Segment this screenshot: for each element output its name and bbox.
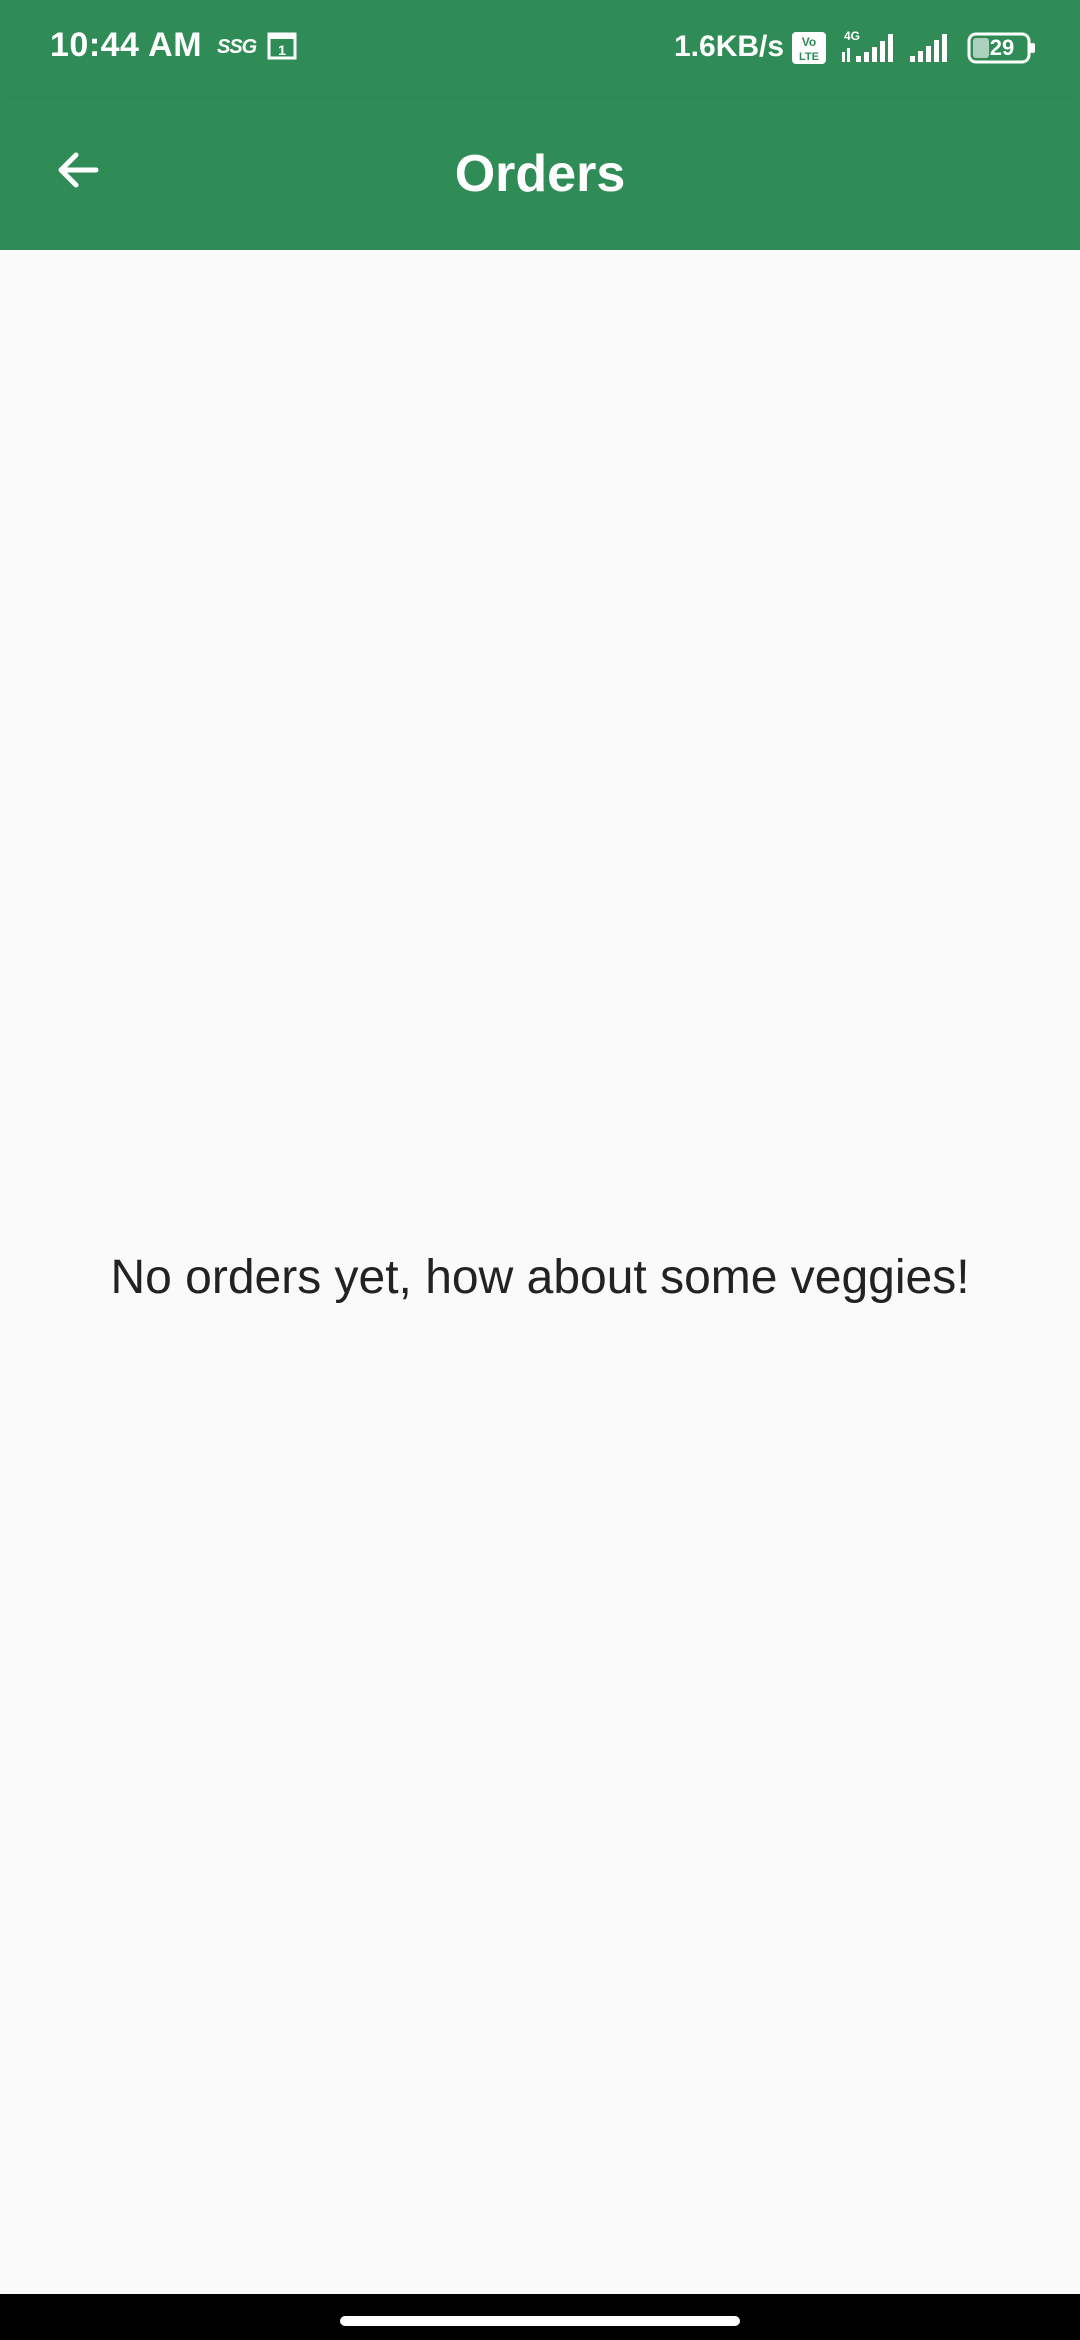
- network-speed: 1.6KB/s: [674, 30, 785, 63]
- status-time: 10:44 AM: [50, 26, 203, 64]
- battery-level: 29: [989, 35, 1015, 60]
- calendar-day: 1: [278, 42, 286, 58]
- volte-icon: Vo LTE: [792, 32, 826, 64]
- empty-orders-message: No orders yet, how about some veggies!: [110, 1251, 970, 1304]
- ssg-icon: SSG: [217, 36, 257, 58]
- page-title: Orders: [454, 145, 626, 203]
- network-type: 4G: [844, 29, 860, 43]
- orders-content: No orders yet, how about some veggies!: [0, 250, 1080, 2294]
- svg-text:LTE: LTE: [799, 51, 819, 63]
- app-bar: Orders: [0, 98, 1080, 250]
- signal-4g-icon: 4G: [840, 28, 898, 64]
- calendar-icon: 1: [267, 32, 297, 60]
- home-indicator[interactable]: [340, 2316, 740, 2326]
- svg-text:Vo: Vo: [802, 35, 816, 49]
- signal-icon: [910, 32, 952, 64]
- status-bar: 10:44 AM SSG 1 1.6KB/s Vo LTE 4G 29: [0, 0, 1080, 98]
- system-nav-bar: [0, 2294, 1080, 2340]
